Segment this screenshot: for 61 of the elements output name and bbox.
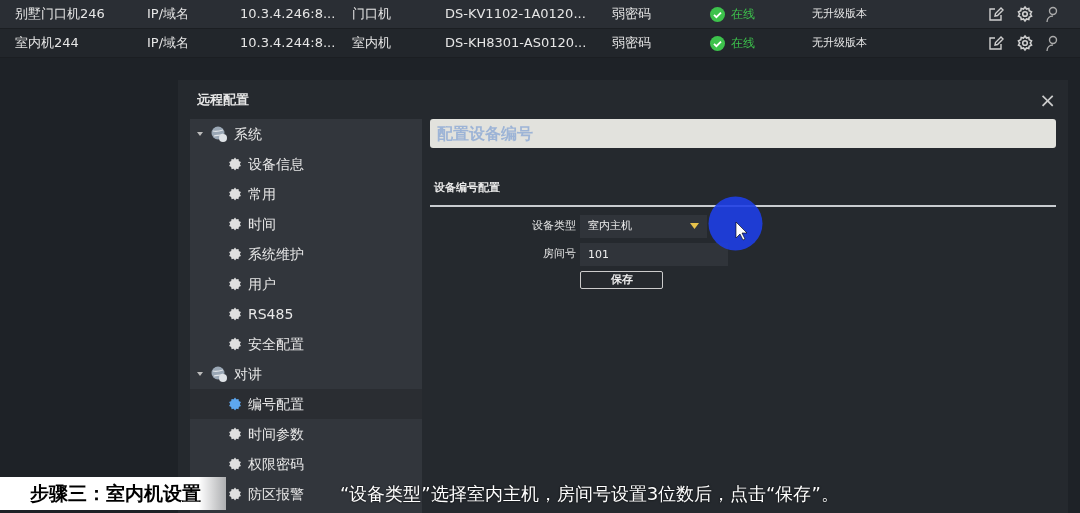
tree-item[interactable]: 权限密码 xyxy=(228,453,304,475)
tree-group[interactable]: 对讲 xyxy=(190,359,422,389)
password-status: 弱密码 xyxy=(612,5,652,24)
device-name: 别墅门口机246 xyxy=(14,5,106,24)
device-address: 10.3.4.244:8... xyxy=(240,34,337,53)
tree-item[interactable]: 安全配置 xyxy=(228,333,304,355)
field-label: 设备类型 xyxy=(531,217,576,234)
step-title: 步骤三：室内机设置 xyxy=(0,477,226,510)
gear-icon xyxy=(228,487,242,501)
tree-item[interactable]: 用户 xyxy=(228,273,276,295)
tree-item[interactable]: 设备信息 xyxy=(228,153,304,175)
edit-icon[interactable] xyxy=(988,6,1004,22)
gear-icon xyxy=(228,277,242,291)
input-field[interactable]: 101 xyxy=(580,242,728,266)
settings-icon[interactable] xyxy=(1016,34,1034,52)
online-status: 在线 xyxy=(731,35,755,52)
tree-item[interactable]: 常用 xyxy=(228,183,276,205)
group-label: 系统 xyxy=(234,124,262,144)
gear-icon xyxy=(228,337,242,351)
gear-icon xyxy=(228,397,242,411)
device-name: 室内机244 xyxy=(14,34,80,53)
page-header: 配置设备编号 xyxy=(430,119,1056,148)
device-type: 室内机 xyxy=(352,34,392,53)
upgrade-status: 无升级版本 xyxy=(812,5,868,22)
globe-icon xyxy=(210,125,228,143)
device-type: 门口机 xyxy=(352,5,392,24)
password-status: 弱密码 xyxy=(612,34,652,53)
address-type: IP/域名 xyxy=(147,5,191,24)
tree-item[interactable]: 时间 xyxy=(228,213,276,235)
gear-icon xyxy=(228,307,242,321)
tree-item[interactable]: RS485 xyxy=(228,303,294,325)
tree-group[interactable]: 系统 xyxy=(190,119,422,149)
device-address: 10.3.4.246:8... xyxy=(240,5,337,24)
gear-icon xyxy=(228,457,242,471)
gear-icon xyxy=(228,247,242,261)
globe-icon xyxy=(210,365,228,383)
tree-item[interactable]: 系统维护 xyxy=(228,243,304,265)
device-model: DS-KV1102-1A0120... xyxy=(445,5,587,24)
group-label: 对讲 xyxy=(234,364,262,384)
settings-icon[interactable] xyxy=(1016,5,1034,23)
upgrade-status: 无升级版本 xyxy=(812,34,868,51)
tree-item[interactable]: 防区报警 xyxy=(228,483,304,505)
close-button[interactable]: × xyxy=(1039,89,1056,110)
cursor-highlight-drawing xyxy=(708,196,763,251)
gear-icon xyxy=(228,427,242,441)
caret-icon[interactable] xyxy=(196,370,204,378)
online-status: 在线 xyxy=(731,6,755,23)
gear-icon xyxy=(228,187,242,201)
gear-icon xyxy=(228,217,242,231)
dialog-title: 远程配置 xyxy=(197,90,249,109)
field-label: 房间号 xyxy=(542,245,576,262)
address-type: IP/域名 xyxy=(147,34,191,53)
edit-icon[interactable] xyxy=(988,35,1004,51)
tree-item[interactable]: 时间参数 xyxy=(228,423,304,445)
device-model: DS-KH8301-AS0120... xyxy=(445,34,588,53)
dropdown-arrow-icon xyxy=(690,223,699,229)
gear-icon xyxy=(228,157,242,171)
select-field[interactable]: 室内主机 xyxy=(580,214,707,238)
save-button[interactable]: 保存 xyxy=(580,270,663,289)
caret-icon[interactable] xyxy=(196,130,204,138)
subtitle-caption: “设备类型”选择室内主机，房间号设置3位数后，点击“保存”。 xyxy=(340,482,839,506)
